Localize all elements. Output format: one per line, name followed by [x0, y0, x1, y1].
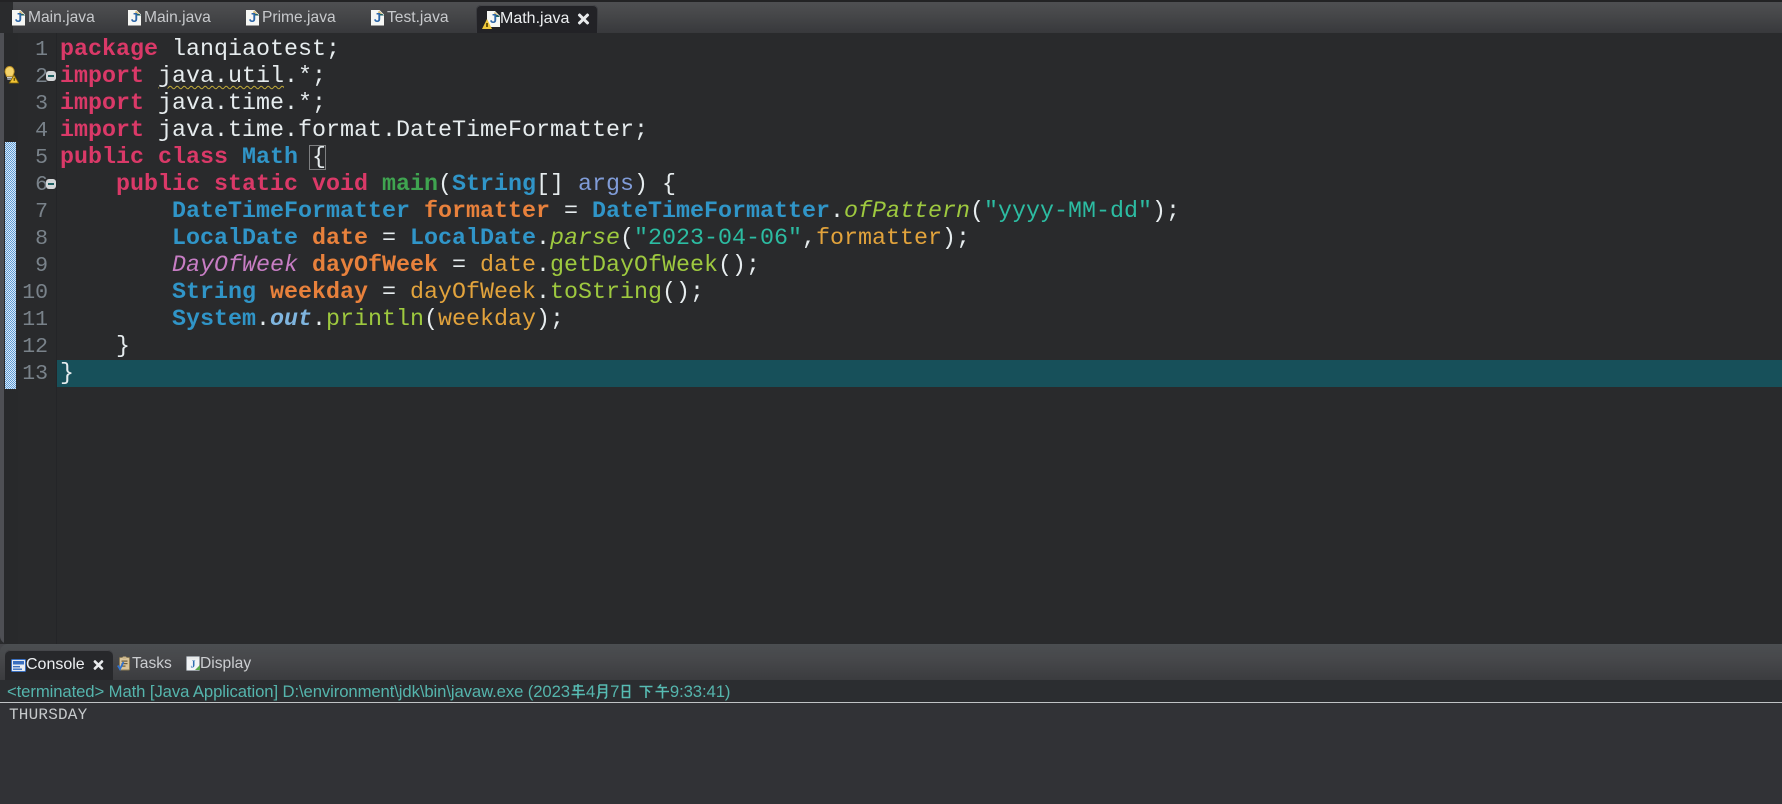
- svg-text:J: J: [191, 660, 196, 671]
